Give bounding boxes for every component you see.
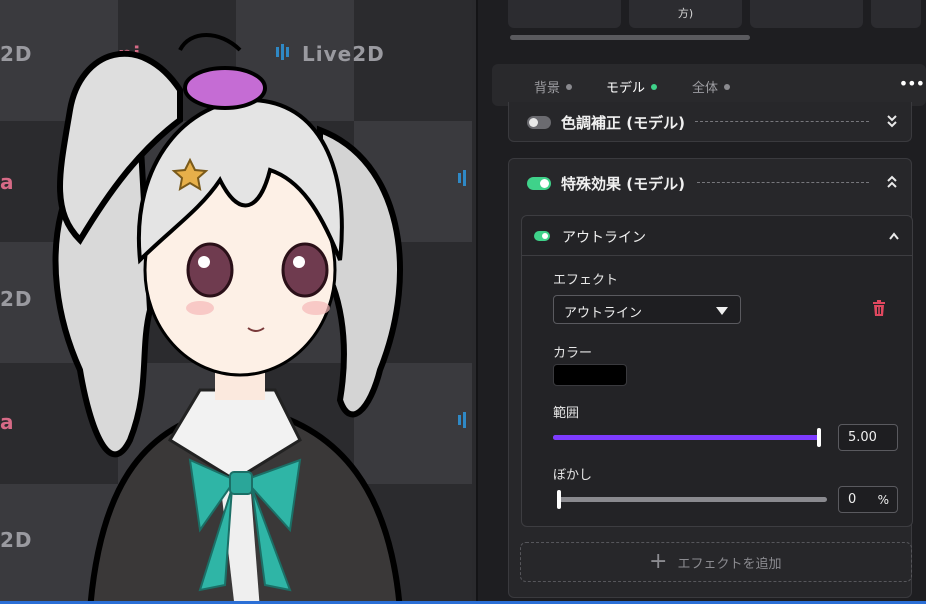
tab-bar: 背景 モデル 全体 ••• <box>492 64 926 106</box>
model-preview-stage[interactable]: 2D ni Live2D a 2D 2D a 2D <box>0 0 476 604</box>
section-title: 色調補正 (モデル) <box>561 114 685 132</box>
percent-unit: % <box>877 493 889 507</box>
live2d-logo-icon <box>458 170 466 186</box>
caret-down-icon <box>716 307 728 315</box>
add-effect-content: + エフェクトを追加 <box>649 549 782 574</box>
preset-button[interactable] <box>871 0 921 28</box>
effect-type-label: エフェクト <box>553 273 619 288</box>
blur-slider[interactable] <box>557 490 827 509</box>
tab-label: モデル <box>606 81 646 96</box>
blur-label: ぼかし <box>553 468 593 483</box>
preset-button[interactable]: 方) <box>629 0 742 28</box>
chevron-double-up-icon[interactable] <box>885 175 899 189</box>
outline-effect-card: アウトライン エフェクト アウトライン カラー 範囲 5.00 ぼかし 0 % <box>521 215 913 527</box>
color-correction-toggle[interactable] <box>527 116 551 129</box>
blur-value: 0 <box>848 492 857 507</box>
preset-button[interactable] <box>750 0 863 28</box>
live2d-character-model[interactable] <box>20 10 440 604</box>
color-swatch[interactable] <box>553 364 627 386</box>
tab-label: 全体 <box>692 81 719 96</box>
chevron-up-icon[interactable] <box>888 231 900 241</box>
range-slider[interactable] <box>553 428 821 447</box>
status-dot-icon <box>651 83 658 90</box>
chevron-double-down-icon[interactable] <box>885 114 899 128</box>
special-effects-header[interactable]: 特殊効果 (モデル) <box>527 173 685 194</box>
outline-effect-header[interactable]: アウトライン <box>522 216 912 256</box>
range-slider-thumb[interactable] <box>817 428 821 447</box>
special-effects-toggle[interactable] <box>527 177 551 190</box>
tab-model[interactable]: モデル <box>606 77 658 96</box>
blur-slider-thumb[interactable] <box>557 490 561 509</box>
header-divider <box>697 182 869 183</box>
select-value: アウトライン <box>564 306 643 321</box>
range-value-input[interactable]: 5.00 <box>838 424 898 451</box>
tab-background[interactable]: 背景 <box>534 77 573 96</box>
live2d-logo-icon <box>458 412 466 428</box>
effect-type-select[interactable]: アウトライン <box>553 295 741 324</box>
outline-effect-toggle[interactable] <box>534 231 550 241</box>
settings-panel: 方) 背景 モデル 全体 ••• 色調補正 (モデル) 特殊効果 (モデル) ア… <box>478 0 926 604</box>
status-dot-icon <box>566 83 573 90</box>
watermark-logo-pink: a <box>0 170 15 194</box>
blur-value-input[interactable]: 0 % <box>838 486 898 513</box>
add-effect-label: エフェクトを追加 <box>677 556 782 572</box>
header-divider <box>695 121 869 122</box>
section-title: 特殊効果 (モデル) <box>561 175 685 193</box>
color-correction-header[interactable]: 色調補正 (モデル) <box>527 112 685 133</box>
status-dot-icon <box>724 83 731 90</box>
plus-icon: + <box>649 549 668 574</box>
range-slider-fill <box>553 435 821 440</box>
add-effect-button[interactable]: + エフェクトを追加 <box>520 542 912 582</box>
watermark-logo-pink: a <box>0 410 15 434</box>
more-options-icon[interactable]: ••• <box>899 74 925 93</box>
horizontal-scrollbar[interactable] <box>510 35 750 40</box>
color-label: カラー <box>553 346 593 361</box>
tab-label: 背景 <box>534 81 561 96</box>
effect-title: アウトライン <box>562 230 646 246</box>
preset-row: 方) <box>508 0 921 28</box>
color-correction-section: 色調補正 (モデル) <box>508 102 912 142</box>
trash-icon[interactable] <box>872 300 886 316</box>
preset-button[interactable] <box>508 0 621 28</box>
special-effects-section: 特殊効果 (モデル) アウトライン エフェクト アウトライン カラー 範囲 5.… <box>508 158 913 598</box>
tab-global[interactable]: 全体 <box>692 77 731 96</box>
range-label: 範囲 <box>553 406 580 421</box>
